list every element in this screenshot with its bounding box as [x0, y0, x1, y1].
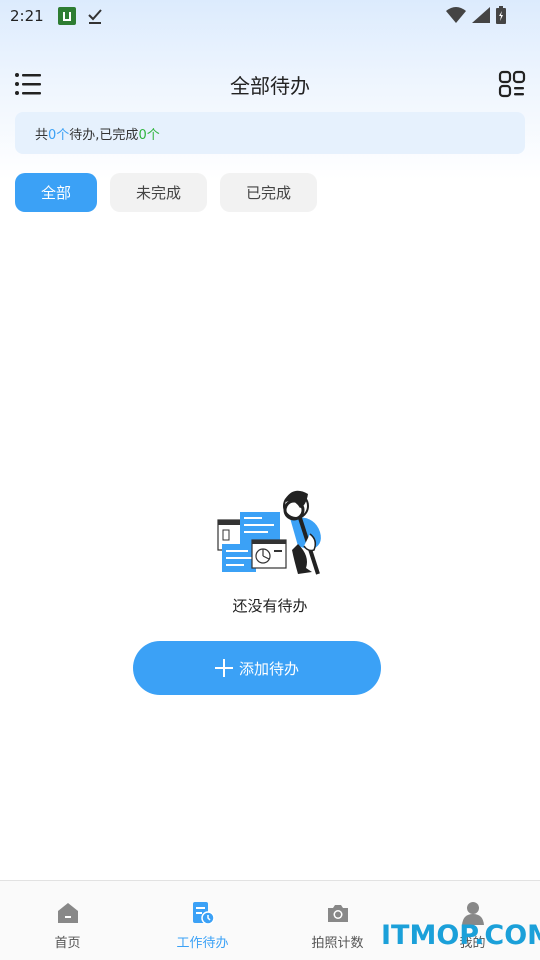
status-bar: 2:21 [0, 0, 540, 32]
add-todo-label: 添加待办 [238, 659, 299, 678]
todo-icon [192, 902, 215, 925]
category-grid-button[interactable] [498, 70, 526, 98]
nav-item-home[interactable]: 首页 [0, 881, 135, 960]
nav-item-todo[interactable]: 工作待办 [135, 881, 270, 960]
battery-icon [496, 6, 506, 24]
plus-icon [214, 659, 233, 677]
summary-done: 0个 [138, 127, 160, 143]
nav-label-todo: 工作待办 [176, 936, 229, 951]
page-title: 全部待办 [230, 74, 310, 98]
empty-message: 还没有待办 [232, 597, 308, 615]
status-icons [446, 6, 506, 24]
grid-icon [498, 70, 526, 98]
tab-done[interactable]: 已完成 [220, 173, 317, 212]
wifi-icon [446, 7, 466, 23]
camera-icon [327, 905, 348, 922]
home-icon [57, 903, 78, 923]
watermark-text: ITMOP.COM [381, 920, 540, 951]
download-done-icon [87, 9, 102, 24]
todo-summary: 共 0个 待办,已完成 0个 [15, 112, 525, 154]
tab-all[interactable]: 全部 [15, 173, 97, 212]
empty-state-illustration-icon [217, 490, 321, 575]
summary-middle: 待办,已完成 [69, 127, 139, 143]
app-notification-icon [57, 7, 76, 25]
app-header: 全部待办 [0, 62, 540, 106]
nav-label-camera: 拍照计数 [311, 936, 364, 951]
add-todo-button[interactable]: 添加待办 [133, 641, 381, 695]
tab-undone[interactable]: 未完成 [110, 173, 207, 212]
signal-icon [472, 7, 490, 23]
summary-total: 0个 [48, 127, 70, 143]
nav-label-home: 首页 [54, 936, 81, 951]
summary-prefix: 共 [35, 127, 49, 143]
status-time: 2:21 [10, 7, 44, 25]
